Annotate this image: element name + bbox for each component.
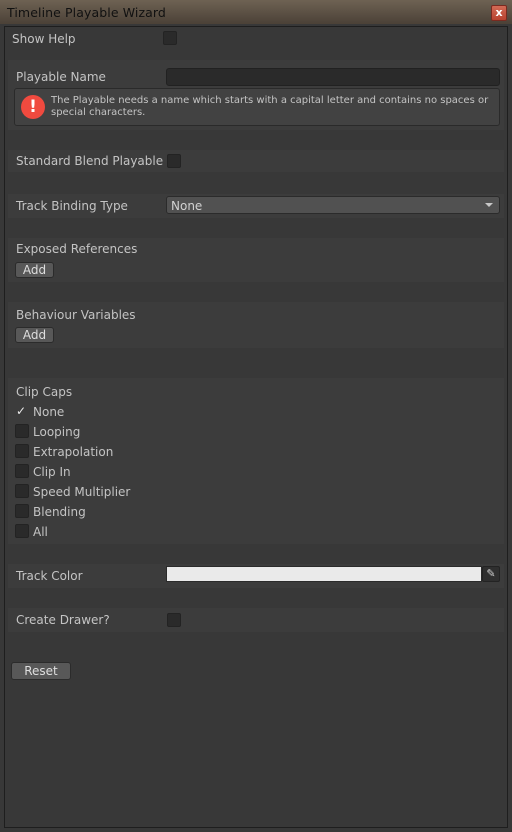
track-binding-dropdown[interactable]: None	[166, 196, 500, 214]
clip-cap-none-toggle[interactable]	[14, 403, 94, 421]
behaviour-variables-section: Behaviour Variables Add	[8, 302, 504, 348]
track-color-label: Track Color	[16, 569, 83, 583]
clip-cap-all-label: All	[33, 525, 48, 539]
window-title: Timeline Playable Wizard	[7, 5, 166, 20]
chevron-down-icon	[485, 203, 493, 207]
create-drawer-checkbox[interactable]	[167, 613, 181, 627]
add-exposed-reference-button[interactable]: Add	[15, 262, 54, 278]
clip-cap-extrapolation-label: Extrapolation	[33, 445, 114, 459]
show-help-label: Show Help	[12, 32, 76, 46]
create-drawer-label: Create Drawer?	[16, 613, 110, 627]
show-help-checkbox[interactable]	[163, 31, 177, 45]
reset-button[interactable]: Reset	[11, 662, 71, 680]
add-behaviour-variable-button[interactable]: Add	[15, 327, 54, 343]
track-binding-row: Track Binding Type None	[8, 194, 504, 218]
close-button[interactable]: x	[491, 5, 507, 21]
error-icon: !	[21, 95, 45, 119]
clip-caps-label: Clip Caps	[16, 385, 73, 399]
behaviour-variables-label: Behaviour Variables	[16, 308, 136, 322]
clip-cap-looping-checkbox[interactable]	[15, 424, 29, 438]
clip-cap-extrapolation-checkbox[interactable]	[15, 444, 29, 458]
clip-cap-clip-in-checkbox[interactable]	[15, 464, 29, 478]
track-color-swatch[interactable]	[166, 566, 482, 582]
clip-cap-blending-checkbox[interactable]	[15, 504, 29, 518]
warning-text: The Playable needs a name which starts w…	[51, 95, 489, 118]
create-drawer-row: Create Drawer?	[8, 608, 504, 632]
clip-cap-clip-in-label: Clip In	[33, 465, 71, 479]
eyedropper-icon[interactable]: ✎	[482, 566, 500, 582]
window-titlebar: Timeline Playable Wizard x	[0, 0, 512, 24]
clip-cap-all-checkbox[interactable]	[15, 524, 29, 538]
playable-name-input[interactable]	[166, 68, 500, 86]
track-binding-value: None	[171, 199, 203, 213]
exposed-references-label: Exposed References	[16, 242, 138, 256]
standard-blend-label: Standard Blend Playable	[16, 154, 164, 168]
clip-caps-section: Clip Caps ✓ None Looping Extrapolation C…	[8, 378, 504, 544]
clip-cap-speed-multiplier-checkbox[interactable]	[15, 484, 29, 498]
track-binding-label: Track Binding Type	[16, 199, 128, 213]
exposed-references-section: Exposed References Add	[8, 238, 504, 282]
clip-cap-speed-multiplier-label: Speed Multiplier	[33, 485, 131, 499]
clip-cap-blending-label: Blending	[33, 505, 86, 519]
playable-name-section: Playable Name ! The Playable needs a nam…	[8, 60, 504, 130]
close-icon: x	[495, 6, 503, 19]
standard-blend-row: Standard Blend Playable	[8, 150, 504, 172]
wizard-panel: Show Help Playable Name ! The Playable n…	[8, 28, 504, 826]
clip-cap-looping-label: Looping	[33, 425, 81, 439]
playable-name-warning: ! The Playable needs a name which starts…	[14, 88, 500, 126]
standard-blend-checkbox[interactable]	[167, 154, 181, 168]
playable-name-label: Playable Name	[16, 70, 106, 84]
track-color-row: Track Color ✎	[8, 564, 504, 588]
